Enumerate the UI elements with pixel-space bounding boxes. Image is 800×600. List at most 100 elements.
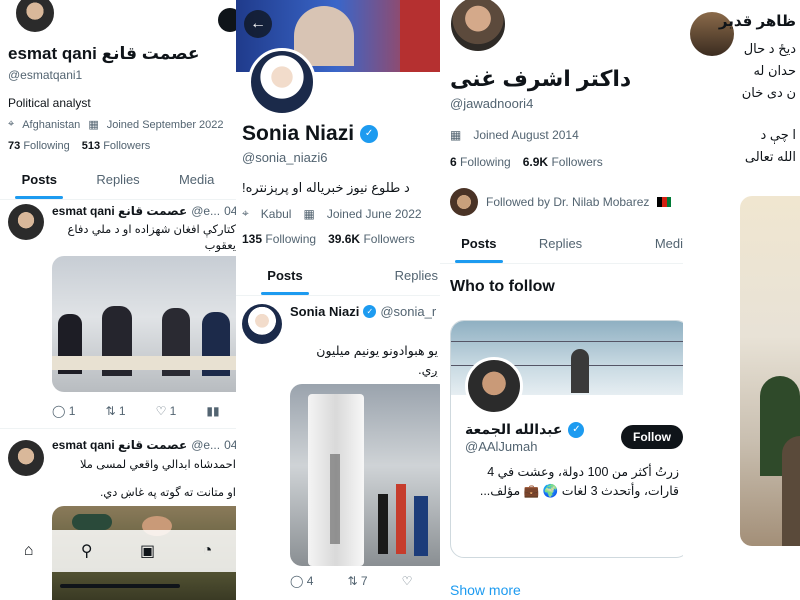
tweet-avatar[interactable] bbox=[8, 440, 44, 476]
profile-name: ظاهر قدير bbox=[718, 13, 796, 30]
followers-label: Followers bbox=[551, 155, 603, 169]
tab-replies[interactable]: Replies bbox=[79, 160, 158, 199]
heart-icon: ♡ bbox=[155, 404, 167, 418]
tweet-photo[interactable] bbox=[290, 384, 440, 566]
tweet-text: احمدشاه ابدالي واقعي لمسی ملا او متانت ت… bbox=[52, 456, 236, 502]
avatar[interactable] bbox=[448, 0, 508, 54]
tweet-author: esmat qani عصمت قانع bbox=[52, 438, 188, 452]
tab-replies[interactable]: Replies bbox=[520, 224, 602, 263]
tweet-handle: @sonia_r bbox=[380, 304, 437, 319]
like-count: 1 bbox=[169, 404, 177, 418]
text-line: ن دی خان bbox=[741, 85, 796, 100]
suggested-handle: @AAlJumah bbox=[465, 439, 538, 454]
profile-panel-2: ← Sonia Niazi ✓ @sonia_niazi6 د طلوع نیو… bbox=[234, 0, 440, 600]
who-to-follow-heading: Who to follow bbox=[450, 278, 555, 295]
text-line: یو هبوادونو یونیم میلیون bbox=[316, 344, 438, 358]
joined-date: Joined August 2014 bbox=[473, 128, 579, 142]
following-link[interactable]: 135 Following bbox=[242, 232, 316, 246]
following-label: Following bbox=[265, 232, 317, 246]
profile-panel-4: ظاهر قدير ديځ د حال حدان له ن دی خان ا چ… bbox=[680, 0, 800, 600]
retweet-count: 7 bbox=[360, 574, 368, 588]
compose-icon[interactable]: ▣ bbox=[140, 541, 155, 561]
follow-button[interactable]: Follow bbox=[621, 425, 683, 449]
tweet-date: 04 bbox=[224, 438, 236, 452]
tab-posts[interactable]: Posts bbox=[438, 224, 520, 263]
tweet-text: کتارکې افغان شهزاده او د ملي دفاع یعقوب bbox=[52, 222, 236, 254]
suggested-avatar[interactable] bbox=[465, 357, 523, 415]
tab-posts[interactable]: Posts bbox=[0, 160, 79, 199]
following-label: Following bbox=[23, 140, 70, 152]
search-icon[interactable]: ⚲ bbox=[81, 541, 93, 561]
heart-icon: ♡ bbox=[401, 574, 413, 588]
tweet-text: یو هبوادونو یونیم میلیون ږي. bbox=[288, 342, 438, 380]
joined-date: Joined June 2022 bbox=[326, 206, 422, 221]
followers-count: 513 bbox=[81, 140, 101, 152]
text-line: الله تعالی bbox=[744, 149, 796, 164]
like-button[interactable]: ♡ bbox=[402, 574, 413, 588]
reply-icon: ◯ bbox=[290, 574, 304, 588]
home-indicator bbox=[60, 584, 180, 588]
followers-link[interactable]: 6.9K Followers bbox=[523, 155, 603, 169]
profile-name: Sonia Niazi bbox=[242, 122, 355, 145]
following-link[interactable]: 6 Following bbox=[450, 155, 511, 169]
follow-stats: 6 Following 6.9K Followers bbox=[450, 155, 603, 169]
back-button[interactable]: ← bbox=[244, 10, 272, 38]
profile-panel-3: داکتر اشرف غنی @jawadnoori4 ▦ Joined Aug… bbox=[438, 0, 683, 600]
calendar-icon: ▦ bbox=[450, 128, 462, 142]
more-button[interactable] bbox=[218, 8, 236, 32]
reply-count: 4 bbox=[306, 574, 314, 588]
location: Afghanistan bbox=[22, 118, 81, 131]
location-icon: ⌖ bbox=[242, 206, 249, 220]
reply-button[interactable]: ◯ 1 bbox=[52, 404, 75, 418]
tweet-photo[interactable] bbox=[740, 196, 800, 546]
tweet-handle: @e... bbox=[191, 438, 221, 452]
text-line: ديځ د حال bbox=[743, 41, 796, 56]
location-icon: ⌖ bbox=[8, 118, 15, 130]
profile-bio: Political analyst bbox=[8, 96, 91, 110]
analytics-icon[interactable]: ▮▮ bbox=[206, 404, 219, 418]
followed-by[interactable]: Followed by Dr. Nilab Mobarez bbox=[450, 188, 672, 216]
tab-media[interactable]: Media bbox=[157, 160, 236, 199]
retweet-button[interactable]: ⇅ 7 bbox=[347, 574, 367, 588]
tweet-text: ديځ د حال حدان له ن دی خان ا چې د الله ت… bbox=[716, 38, 796, 168]
tweet-actions: ◯ 4 ⇅ 7 ♡ bbox=[290, 574, 412, 588]
like-button[interactable]: ♡ 1 bbox=[156, 404, 177, 418]
avatar[interactable] bbox=[14, 0, 56, 34]
following-link[interactable]: 73 Following bbox=[8, 140, 70, 152]
text-line: ا چې د bbox=[760, 127, 797, 142]
followers-label: Followers bbox=[103, 140, 151, 152]
retweet-icon: ⇅ bbox=[105, 404, 116, 418]
verified-icon: ✓ bbox=[568, 421, 585, 438]
followers-label: Followers bbox=[363, 232, 415, 246]
tab-media[interactable]: Medi bbox=[601, 224, 683, 263]
text-line: یعقوب bbox=[204, 240, 236, 252]
tweet-avatar[interactable] bbox=[242, 304, 282, 344]
profile-tabs: Posts Replies bbox=[234, 256, 440, 296]
tweet-avatar[interactable] bbox=[8, 204, 44, 240]
text-line: او متانت ته گوته په غاښ دي. bbox=[100, 487, 236, 499]
followers-link[interactable]: 39.6K Followers bbox=[328, 232, 415, 246]
notifications-icon[interactable]: ◔ bbox=[203, 542, 213, 560]
profile-name: داکتر اشرف غنی bbox=[450, 66, 632, 91]
tweet-photo[interactable] bbox=[52, 256, 236, 392]
suggestion-card[interactable]: عبدالله الجمعة ✓ @AAlJumah Follow زرتُ أ… bbox=[450, 320, 683, 558]
follower-avatar bbox=[450, 188, 478, 216]
profile-panel-1: esmat qani عصمت قانع @esmatqani1 Politic… bbox=[0, 0, 236, 600]
following-label: Following bbox=[460, 155, 511, 169]
followers-link[interactable]: 513 Followers bbox=[82, 140, 151, 152]
tab-posts[interactable]: Posts bbox=[234, 256, 336, 295]
tweet-handle: @e... bbox=[191, 204, 221, 218]
profile-handle: @jawadnoori4 bbox=[450, 96, 534, 111]
home-icon[interactable]: ⌂ bbox=[24, 542, 34, 560]
retweet-button[interactable]: ⇅ 1 bbox=[105, 404, 125, 418]
profile-handle: @sonia_niazi6 bbox=[242, 150, 328, 165]
following-count: 135 bbox=[242, 232, 263, 246]
suggested-bio: زرتُ أكثر من 100 دولة، وعشت في 4 قارات، … bbox=[459, 463, 679, 501]
profile-tabs: Posts Replies Media bbox=[0, 160, 236, 200]
profile-meta: ▦ Joined August 2014 bbox=[450, 128, 579, 142]
avatar[interactable] bbox=[248, 48, 316, 116]
reply-button[interactable]: ◯ 4 bbox=[290, 574, 313, 588]
show-more-link[interactable]: Show more bbox=[450, 582, 521, 598]
text-line: ږي. bbox=[418, 363, 438, 377]
tab-replies[interactable]: Replies bbox=[336, 256, 440, 295]
